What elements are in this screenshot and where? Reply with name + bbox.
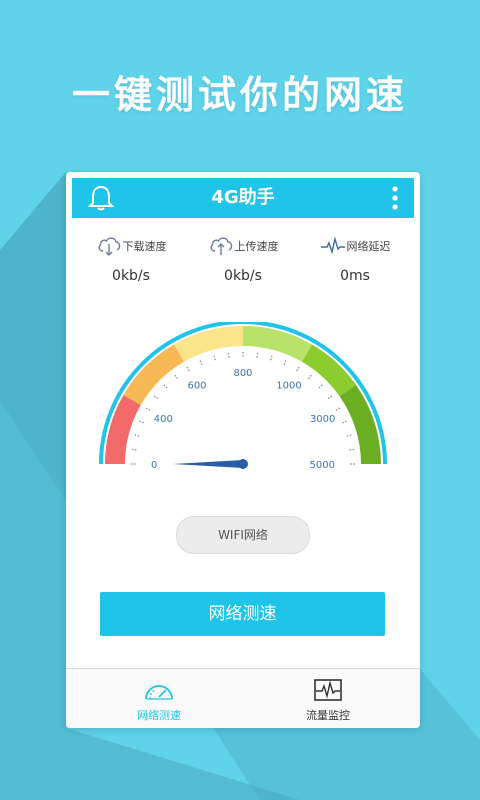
gauge-tick bbox=[163, 384, 169, 390]
app-title: 4G助手 bbox=[211, 187, 275, 208]
gauge-tick-label: 0 bbox=[151, 460, 157, 471]
gauge-tick-label: 600 bbox=[187, 380, 206, 391]
more-vert-icon[interactable] bbox=[388, 184, 402, 212]
gauge-tick bbox=[174, 374, 179, 381]
tab-label: 网络测速 bbox=[137, 709, 181, 722]
gauge-zone-red bbox=[105, 395, 141, 464]
network-type-pill[interactable]: WIFI网络 bbox=[176, 516, 310, 554]
gauge-tick bbox=[295, 366, 300, 373]
gauge-zone-darkgreen bbox=[339, 384, 381, 464]
gauge-tick bbox=[307, 374, 312, 381]
gauge-tick bbox=[348, 448, 355, 451]
cloud-download-icon bbox=[97, 237, 120, 256]
gauge-tick-label: 800 bbox=[233, 368, 252, 379]
gauge-tick bbox=[340, 420, 347, 424]
gauge-tick bbox=[334, 407, 341, 412]
gauge-tick bbox=[213, 355, 217, 362]
app-card: 4G助手 下载速度 0kb/s 上传速度 0kb/s 网络延迟 0ms 0 40… bbox=[66, 172, 420, 728]
stat-value: 0kb/s bbox=[224, 268, 262, 284]
stat-label: 网络延迟 bbox=[346, 240, 391, 253]
gauge-zone-yellow bbox=[174, 326, 243, 362]
gauge-tick bbox=[269, 355, 273, 362]
gauge-zone-lightgreen bbox=[243, 326, 312, 362]
stat-label: 下载速度 bbox=[122, 240, 167, 253]
pulse-icon bbox=[320, 236, 345, 255]
gauge-tick bbox=[317, 384, 323, 390]
speed-test-button[interactable]: 网络测速 bbox=[100, 592, 385, 636]
monitor-wave-icon bbox=[314, 679, 342, 701]
gauge-tick-label: 400 bbox=[154, 414, 173, 425]
app-bar: 4G助手 bbox=[72, 178, 414, 218]
stat-value: 0kb/s bbox=[112, 268, 150, 284]
headline: 一键测试你的网速 bbox=[71, 73, 408, 117]
gauge-tick bbox=[283, 360, 287, 367]
bottom-tab-bar: 网络测速 流量监控 bbox=[66, 668, 420, 728]
stat-label: 上传速度 bbox=[234, 240, 279, 253]
gauge-tick-label: 1000 bbox=[276, 380, 301, 391]
gauge-tick bbox=[131, 448, 138, 451]
gauge-tick bbox=[256, 352, 259, 359]
tab-traffic-monitor[interactable]: 流量监控 bbox=[268, 669, 388, 728]
speedometer-icon bbox=[145, 685, 173, 700]
tab-label: 流量监控 bbox=[306, 709, 350, 722]
gauge-tick bbox=[153, 395, 160, 400]
gauge-tick bbox=[139, 420, 146, 424]
speed-gauge: 0 400 600 800 1000 3000 5000 bbox=[99, 322, 387, 471]
stat-upload: 上传速度 0kb/s bbox=[188, 234, 298, 284]
gauge-tick bbox=[186, 366, 191, 373]
tab-speed-test[interactable]: 网络测速 bbox=[99, 669, 219, 728]
gauge-tick bbox=[345, 434, 352, 438]
gauge-tick bbox=[134, 434, 141, 438]
gauge-tick bbox=[145, 407, 152, 412]
gauge-tick-label: 3000 bbox=[310, 414, 335, 425]
gauge-tick bbox=[227, 352, 230, 359]
stat-value: 0ms bbox=[340, 268, 370, 284]
stat-download: 下载速度 0kb/s bbox=[76, 234, 186, 284]
gauge-tick bbox=[326, 395, 333, 400]
gauge-needle-hub bbox=[238, 459, 248, 469]
gauge-tick-label: 5000 bbox=[310, 460, 335, 471]
cloud-upload-icon bbox=[209, 237, 232, 255]
stats-row: 下载速度 0kb/s 上传速度 0kb/s 网络延迟 0ms bbox=[66, 234, 420, 294]
gauge-tick bbox=[199, 360, 203, 367]
gauge-needle bbox=[173, 460, 243, 468]
stat-latency: 网络延迟 0ms bbox=[300, 234, 410, 284]
